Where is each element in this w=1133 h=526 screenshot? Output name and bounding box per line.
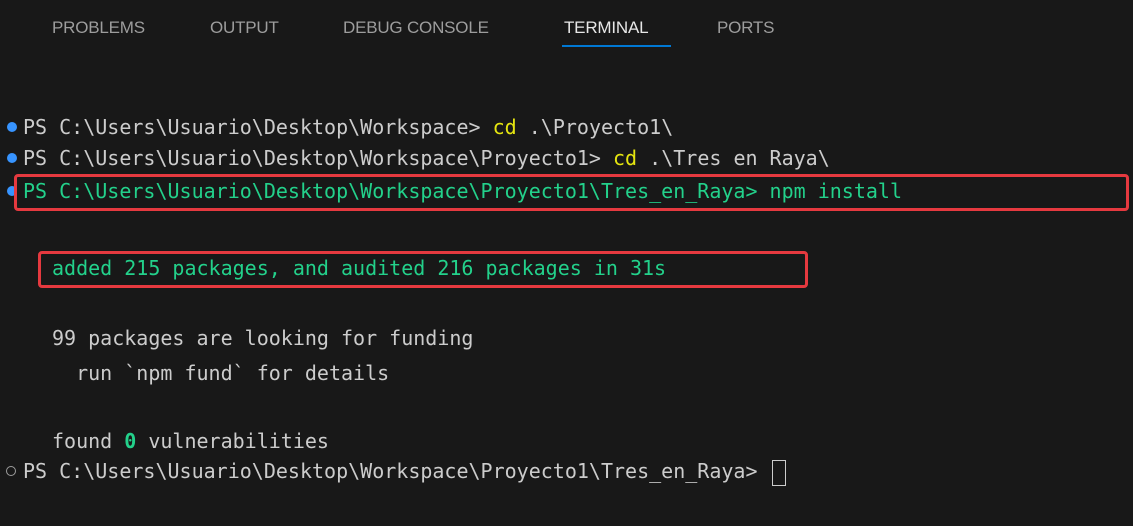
command-args: .\Tres en Raya\: [637, 146, 830, 170]
terminal-line-2: PS C:\Users\Usuario\Desktop\Workspace\Pr…: [23, 143, 830, 173]
command-name: cd: [613, 146, 638, 170]
terminal-output[interactable]: PS C:\Users\Usuario\Desktop\Workspace> c…: [0, 0, 1133, 526]
funding-message: 99 packages are looking for funding: [52, 326, 474, 350]
terminal-prompt-line[interactable]: PS C:\Users\Usuario\Desktop\Workspace\Pr…: [23, 456, 786, 486]
command-name: cd: [492, 115, 517, 139]
funding-hint: run `npm fund` for details: [52, 361, 390, 385]
terminal-line-1: PS C:\Users\Usuario\Desktop\Workspace> c…: [23, 112, 673, 142]
prompt: PS C:\Users\Usuario\Desktop\Workspace\Pr…: [23, 459, 770, 483]
found-suffix: vulnerabilities: [136, 429, 329, 453]
vulnerability-count: 0: [124, 429, 137, 453]
terminal-cursor: [771, 459, 786, 486]
prompt: PS C:\Users\Usuario\Desktop\Workspace\Pr…: [23, 146, 614, 170]
command-success-decoration-icon[interactable]: [7, 122, 17, 132]
pending-command-decoration-icon[interactable]: [6, 466, 16, 476]
highlight-box-command: [14, 174, 1129, 211]
command-args: .\Proyecto1\: [516, 115, 674, 139]
vulnerabilities-message: found 0 vulnerabilities: [52, 426, 329, 456]
found-prefix: found: [52, 429, 125, 453]
prompt: PS C:\Users\Usuario\Desktop\Workspace>: [23, 115, 493, 139]
highlight-box-summary: [38, 251, 808, 288]
command-success-decoration-icon[interactable]: [7, 153, 17, 163]
